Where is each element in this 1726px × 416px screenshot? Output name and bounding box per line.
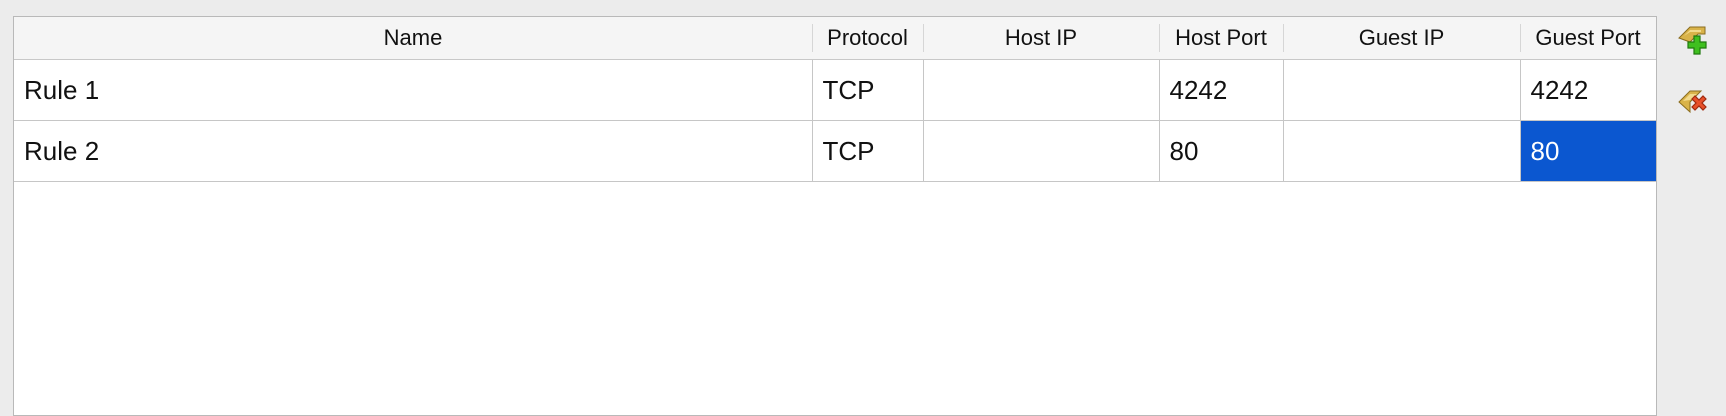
- cell-protocol[interactable]: TCP: [812, 59, 924, 121]
- cell-name[interactable]: Rule 1: [14, 59, 813, 121]
- column-header-name[interactable]: Name: [14, 17, 812, 60]
- cell-guest-port-selected[interactable]: 80: [1520, 120, 1656, 182]
- cell-host-port[interactable]: 80: [1159, 120, 1284, 182]
- column-header-host-ip[interactable]: Host IP: [923, 17, 1159, 60]
- cell-host-port[interactable]: 4242: [1159, 59, 1284, 121]
- remove-rule-icon: [1678, 90, 1707, 114]
- table-header-row: Name Protocol Host IP Host Port Guest IP…: [14, 17, 1656, 60]
- cell-name[interactable]: Rule 2: [14, 120, 813, 182]
- cell-guest-ip[interactable]: [1283, 59, 1521, 121]
- port-forwarding-table: Name Protocol Host IP Host Port Guest IP…: [13, 16, 1657, 416]
- column-header-guest-port[interactable]: Guest Port: [1520, 17, 1656, 60]
- add-rule-icon: [1678, 26, 1707, 55]
- cell-host-ip[interactable]: [923, 120, 1160, 182]
- remove-rule-button[interactable]: [1676, 84, 1712, 120]
- column-header-host-port[interactable]: Host Port: [1159, 17, 1283, 60]
- cell-protocol[interactable]: TCP: [812, 120, 924, 182]
- column-header-protocol[interactable]: Protocol: [812, 17, 923, 60]
- column-header-guest-ip[interactable]: Guest IP: [1283, 17, 1520, 60]
- rules-table: Name Protocol Host IP Host Port Guest IP…: [14, 17, 1656, 182]
- cell-guest-port[interactable]: 4242: [1520, 59, 1656, 121]
- cell-host-ip[interactable]: [923, 59, 1160, 121]
- table-row[interactable]: Rule 2 TCP 80 80: [14, 120, 1656, 182]
- cell-guest-ip[interactable]: [1283, 120, 1521, 182]
- add-rule-button[interactable]: [1676, 24, 1712, 60]
- table-row[interactable]: Rule 1 TCP 4242 4242: [14, 59, 1656, 121]
